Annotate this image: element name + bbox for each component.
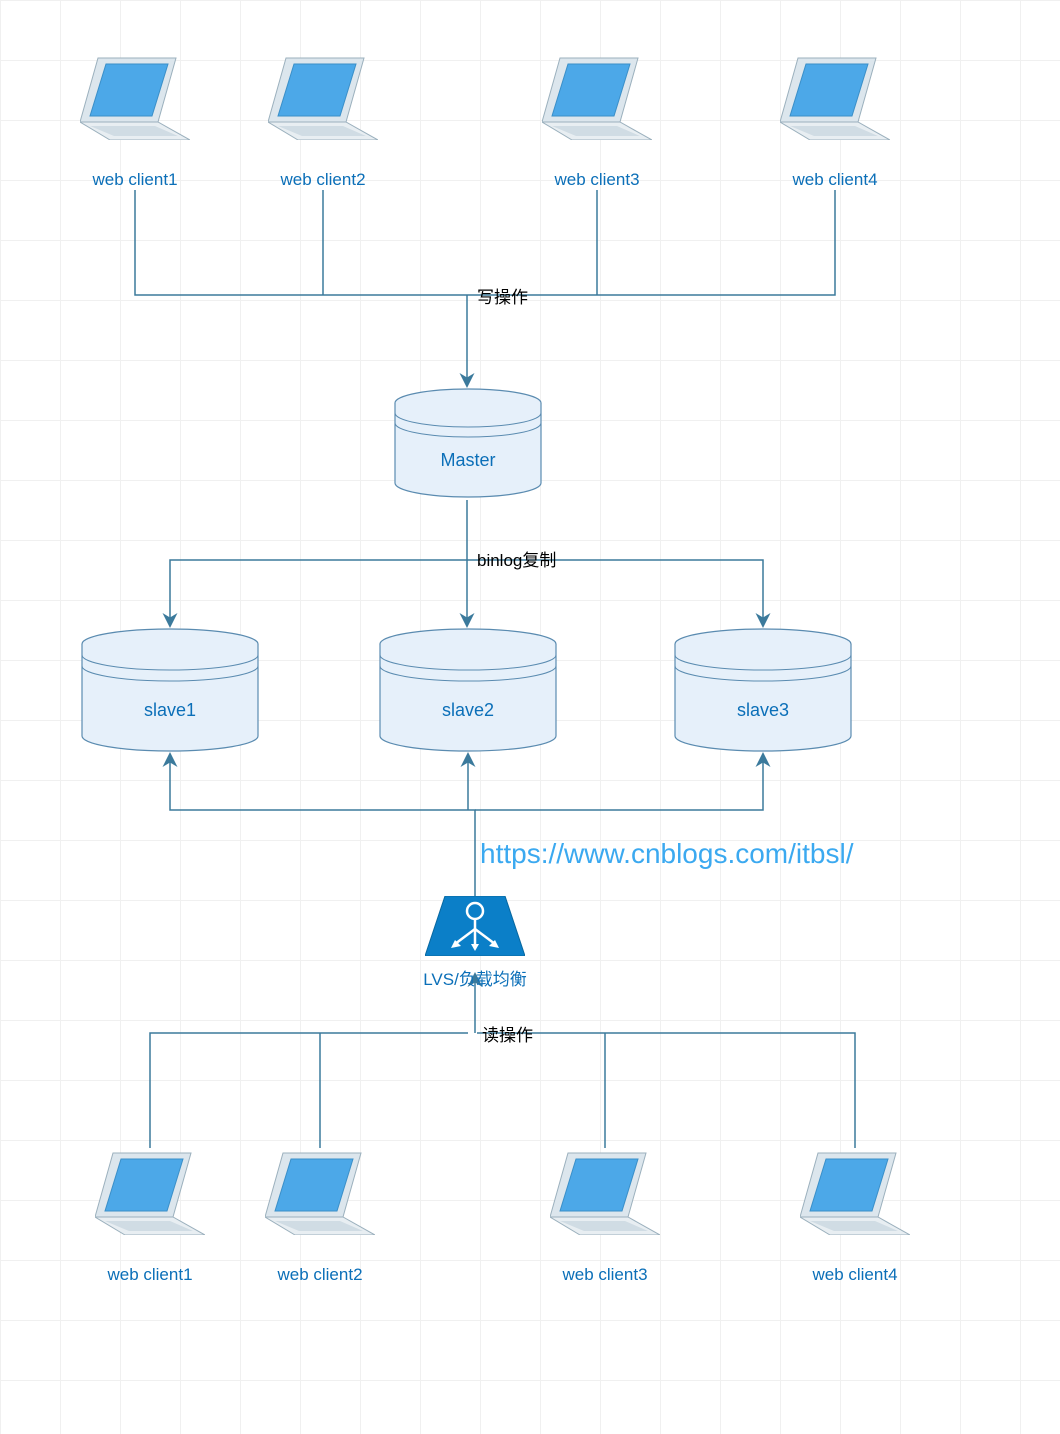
write-op-label: 写操作 <box>477 283 528 308</box>
laptop-icon <box>550 1145 660 1235</box>
laptop-icon <box>80 50 190 140</box>
laptop-icon <box>95 1145 205 1235</box>
lb-label: LVS/负载均衡 <box>400 965 550 990</box>
diagram-canvas: web client1 web client2 web client3 web … <box>0 0 1060 1434</box>
slave-label: slave3 <box>673 700 853 721</box>
laptop-icon <box>542 50 652 140</box>
client-label: web client1 <box>80 170 190 190</box>
slave-db: slave1 <box>80 628 260 753</box>
client-label: web client4 <box>780 170 890 190</box>
client-label: web client1 <box>95 1265 205 1285</box>
client-label: web client2 <box>268 170 378 190</box>
client-label: web client2 <box>265 1265 375 1285</box>
slave-db: slave2 <box>378 628 558 753</box>
laptop-icon <box>268 50 378 140</box>
master-label: Master <box>393 450 543 471</box>
read-op-label: 读操作 <box>482 1021 533 1046</box>
laptop-icon <box>800 1145 910 1235</box>
slave-db: slave3 <box>673 628 853 753</box>
client-label: web client4 <box>800 1265 910 1285</box>
load-balancer <box>425 896 525 961</box>
laptop-icon <box>265 1145 375 1235</box>
slave-label: slave1 <box>80 700 260 721</box>
laptop-icon <box>780 50 890 140</box>
client-label: web client3 <box>542 170 652 190</box>
master-db: Master <box>393 388 543 498</box>
client-label: web client3 <box>550 1265 660 1285</box>
binlog-label: binlog复制 <box>477 546 556 571</box>
slave-label: slave2 <box>378 700 558 721</box>
watermark: https://www.cnblogs.com/itbsl/ <box>480 838 853 870</box>
